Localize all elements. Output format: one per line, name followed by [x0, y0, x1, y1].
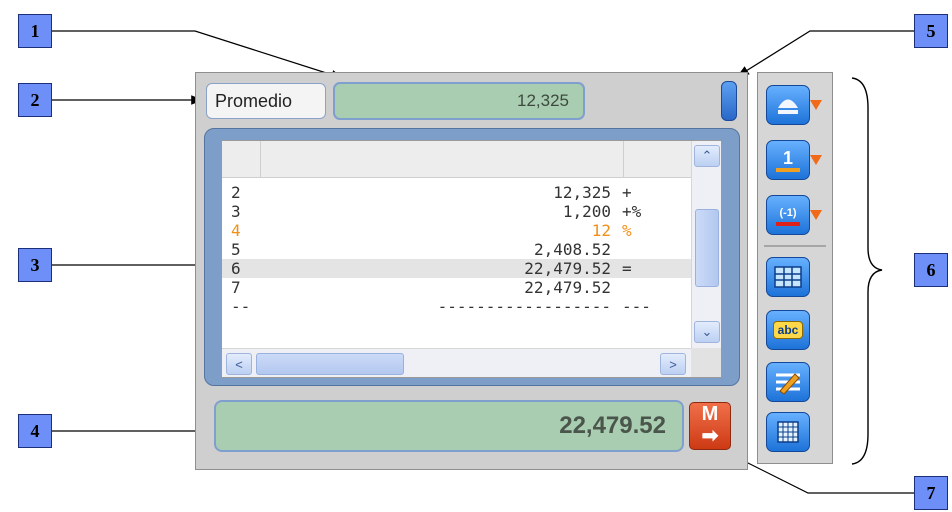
vertical-scrollbar[interactable]: ⌃ ⌄	[691, 141, 721, 348]
vertical-scroll-thumb[interactable]	[695, 209, 719, 287]
callout-3: 3	[18, 248, 52, 282]
callout-6: 6	[914, 253, 948, 287]
row-number: 3	[231, 202, 241, 221]
grid-icon	[777, 421, 799, 443]
tape-row[interactable]: 7 22,479.52	[222, 278, 691, 297]
callout-1: 1	[18, 14, 52, 48]
function-button[interactable]: Promedio	[206, 83, 326, 119]
edit-list-button[interactable]	[766, 362, 810, 402]
row-number: --	[231, 297, 251, 316]
scroll-right-icon[interactable]: >	[660, 353, 686, 375]
row-value: 22,479.52	[524, 259, 611, 278]
scroll-up-icon[interactable]: ⌃	[694, 145, 720, 167]
eject-dropdown-icon[interactable]	[810, 100, 822, 110]
eject-icon	[778, 99, 798, 114]
negative-one-button[interactable]: (-1)	[766, 195, 810, 235]
row-value: ------------------	[437, 297, 611, 316]
spell-check-button[interactable]: abc	[766, 310, 810, 350]
edit-list-icon	[776, 373, 800, 395]
row-operator: +%	[622, 202, 642, 221]
badge-negative-one: (-1)	[779, 207, 797, 219]
spell-check-icon: abc	[772, 321, 804, 339]
callout-4: 4	[18, 414, 52, 448]
grid-button[interactable]	[766, 412, 810, 452]
row-value: 12	[591, 221, 611, 240]
callout-line-1	[52, 30, 344, 80]
memory-label: M	[701, 403, 719, 425]
scrollbar-corner	[691, 348, 721, 377]
horizontal-scroll-thumb[interactable]	[256, 353, 404, 375]
tape-list[interactable]: 2 12,325 + 3 1,200 +% 4 12 % 5 2,408.52 …	[221, 140, 722, 378]
scroll-down-icon[interactable]: ⌄	[694, 321, 720, 343]
callout-7: 7	[914, 476, 948, 510]
table-button[interactable]	[766, 257, 810, 297]
resize-handle[interactable]	[721, 81, 737, 121]
row-value: 12,325	[553, 183, 611, 202]
tape-row[interactable]: 5 2,408.52	[222, 240, 691, 259]
row-number: 2	[231, 183, 241, 202]
callout-2: 2	[18, 83, 52, 117]
row-value: 1,200	[562, 202, 611, 221]
tape-row[interactable]: 4 12 %	[222, 221, 691, 240]
table-icon	[774, 266, 802, 288]
tape-row[interactable]: 3 1,200 +%	[222, 202, 691, 221]
row-number: 6	[231, 259, 241, 278]
row-operator: =	[622, 259, 632, 278]
callout-5: 5	[914, 14, 948, 48]
row-number: 7	[231, 278, 241, 297]
badge-underline	[776, 222, 800, 226]
callout-line-5	[736, 30, 914, 77]
constant-one-button[interactable]: 1	[766, 140, 810, 180]
row-operator: %	[622, 221, 632, 240]
row-operator: ---	[622, 297, 651, 316]
eject-button[interactable]	[766, 85, 810, 125]
number-one-icon: 1	[776, 148, 800, 172]
callout-brace-6	[851, 77, 883, 465]
row-value: 2,408.52	[533, 240, 611, 259]
tape-header	[222, 141, 691, 178]
row-value: 22,479.52	[524, 278, 611, 297]
toolbar-separator	[764, 245, 826, 247]
badge-one: 1	[782, 148, 793, 168]
header-cell	[260, 141, 624, 177]
row-number: 5	[231, 240, 241, 259]
row-operator: +	[622, 183, 632, 202]
row-number: 4	[231, 221, 241, 240]
scroll-left-icon[interactable]: <	[226, 353, 252, 375]
header-cell	[222, 141, 261, 177]
tape-row[interactable]: -- ------------------ ---	[222, 297, 691, 316]
memory-transfer-button[interactable]: M ➡	[689, 402, 731, 450]
top-display: 12,325	[333, 82, 585, 120]
result-display: 22,479.52	[214, 400, 684, 452]
horizontal-scrollbar[interactable]: < >	[222, 348, 691, 377]
negative-one-dropdown-icon[interactable]	[810, 210, 822, 220]
badge-underline	[776, 168, 800, 172]
tape-row-selected[interactable]: 6 22,479.52 =	[222, 259, 691, 278]
negative-one-icon: (-1)	[776, 204, 800, 226]
tape-row[interactable]: 2 12,325 +	[222, 183, 691, 202]
constant-one-dropdown-icon[interactable]	[810, 155, 822, 165]
memory-transfer-icon: ➡	[701, 425, 719, 447]
